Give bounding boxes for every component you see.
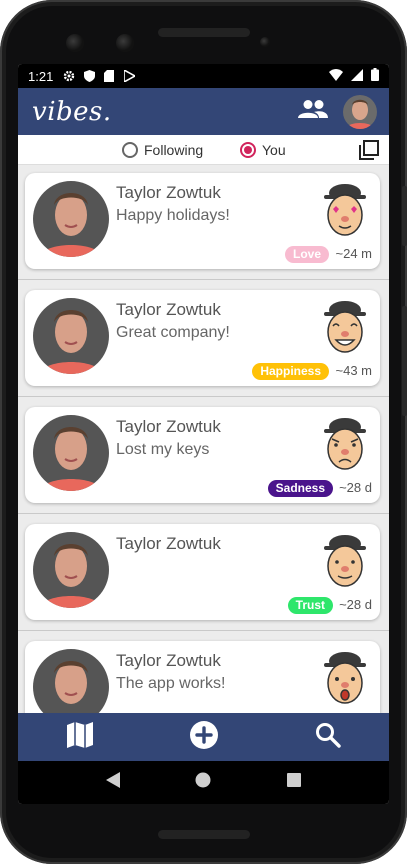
user-name: Taylor Zowtuk bbox=[116, 417, 221, 436]
power-button bbox=[402, 186, 407, 246]
user-name: Taylor Zowtuk bbox=[116, 183, 221, 202]
post-message: Great company! bbox=[116, 324, 230, 341]
following-label: Following bbox=[144, 141, 204, 158]
divider bbox=[18, 279, 389, 280]
volume-button bbox=[402, 306, 407, 416]
shield-icon bbox=[83, 70, 95, 82]
radio-circle bbox=[122, 141, 138, 158]
you-radio[interactable]: You bbox=[240, 141, 286, 158]
divider bbox=[18, 513, 389, 514]
system-nav-bar bbox=[18, 761, 389, 804]
status-time: 1:21 bbox=[28, 68, 54, 84]
sd-card-icon bbox=[103, 70, 115, 82]
recents-icon[interactable] bbox=[287, 773, 302, 792]
post-age: ~24 m bbox=[335, 246, 373, 261]
trust-emoji bbox=[318, 530, 372, 590]
feed-list: Taylor Zowtuk Happy holidays! Love ~24 m bbox=[18, 164, 389, 713]
post-message: Lost my keys bbox=[116, 441, 210, 458]
proximity-sensor bbox=[260, 37, 270, 47]
gear-icon bbox=[63, 70, 75, 82]
user-photo bbox=[33, 415, 109, 491]
battery-icon bbox=[371, 68, 379, 84]
feed-card[interactable]: Taylor Zowtuk Lost my keys Sadness ~28 d bbox=[25, 407, 380, 503]
post-age: ~43 m bbox=[335, 363, 373, 378]
filter-bar: Following You bbox=[18, 135, 389, 165]
play-store-icon bbox=[123, 70, 135, 82]
copy-icon[interactable] bbox=[358, 139, 380, 166]
feed-card[interactable]: Taylor Zowtuk The app works! bbox=[25, 641, 380, 713]
screen: 1:21 vibes. Following You Taylor Zowtuk … bbox=[18, 64, 389, 804]
bottom-speaker bbox=[158, 830, 250, 839]
post-message: The app works! bbox=[116, 675, 226, 692]
search-icon[interactable] bbox=[315, 722, 341, 753]
feed-card[interactable]: Taylor Zowtuk Great company! Happiness ~… bbox=[25, 290, 380, 386]
front-sensor bbox=[116, 34, 134, 52]
people-icon[interactable] bbox=[297, 99, 329, 124]
status-bar: 1:21 bbox=[18, 64, 389, 88]
surprise-emoji bbox=[318, 647, 372, 707]
phone-frame: 1:21 vibes. Following You Taylor Zowtuk … bbox=[0, 0, 407, 864]
app-bar: vibes. bbox=[18, 88, 389, 135]
user-name: Taylor Zowtuk bbox=[116, 300, 221, 319]
back-icon[interactable] bbox=[105, 772, 120, 793]
happy-emoji bbox=[318, 296, 372, 356]
signal-icon bbox=[351, 68, 363, 84]
following-radio[interactable]: Following bbox=[122, 141, 204, 158]
sad-emoji bbox=[318, 413, 372, 473]
home-icon[interactable] bbox=[195, 772, 211, 793]
love-emoji bbox=[318, 179, 372, 239]
earpiece bbox=[158, 28, 250, 37]
post-age: ~28 d bbox=[339, 597, 372, 612]
radio-circle-selected bbox=[240, 141, 256, 158]
emotion-badge: Happiness bbox=[252, 363, 329, 380]
divider bbox=[18, 630, 389, 631]
user-photo bbox=[33, 298, 109, 374]
profile-avatar[interactable] bbox=[343, 94, 377, 129]
user-photo bbox=[33, 532, 109, 608]
user-name: Taylor Zowtuk bbox=[116, 534, 221, 553]
front-camera bbox=[66, 34, 84, 52]
map-icon[interactable] bbox=[66, 721, 94, 753]
emotion-badge: Sadness bbox=[267, 480, 333, 497]
user-name: Taylor Zowtuk bbox=[116, 651, 221, 670]
divider bbox=[18, 396, 389, 397]
feed-card[interactable]: Taylor Zowtuk Happy holidays! Love ~24 m bbox=[25, 173, 380, 269]
user-photo bbox=[33, 181, 109, 257]
emotion-badge: Love bbox=[284, 246, 329, 263]
emotion-badge: Trust bbox=[287, 597, 333, 614]
add-circle-icon[interactable] bbox=[189, 720, 219, 755]
you-label: You bbox=[262, 141, 286, 158]
user-photo bbox=[33, 649, 109, 713]
feed-card[interactable]: Taylor Zowtuk Trust ~28 d bbox=[25, 524, 380, 620]
bottom-nav bbox=[18, 713, 389, 761]
wifi-icon bbox=[329, 68, 343, 84]
post-message: Happy holidays! bbox=[116, 207, 230, 224]
app-logo: vibes. bbox=[32, 96, 112, 127]
post-age: ~28 d bbox=[339, 480, 372, 495]
